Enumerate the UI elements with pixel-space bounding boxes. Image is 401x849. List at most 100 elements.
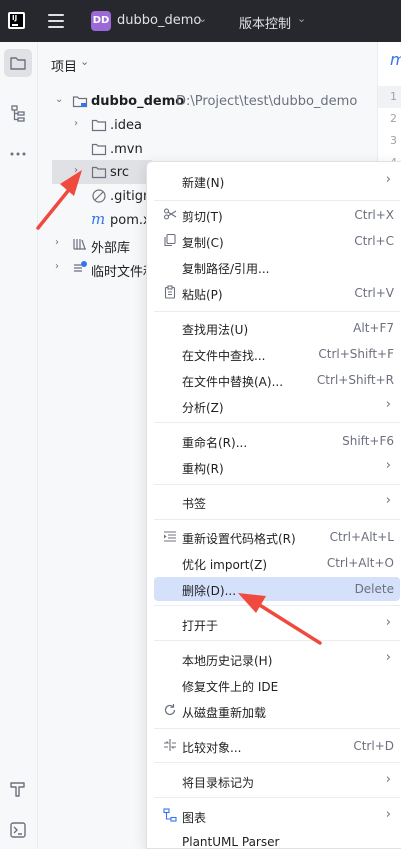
- main-menu-icon[interactable]: [48, 14, 64, 28]
- menu-item-plantuml-parser[interactable]: PlantUML Parser: [154, 830, 400, 849]
- tree-label: pom.x: [110, 213, 151, 228]
- menu-item-open-in[interactable]: 打开于 ›: [154, 612, 400, 636]
- folder-icon: [91, 119, 107, 132]
- paste-icon: [164, 285, 176, 299]
- menu-item-rename[interactable]: 重命名(R)... Shift+F6: [154, 429, 400, 453]
- menu-item-label: 图表: [182, 811, 207, 825]
- chevron-right-icon[interactable]: ›: [74, 118, 78, 129]
- menu-item-cut[interactable]: 剪切(T) Ctrl+X: [154, 203, 400, 227]
- chevron-right-icon[interactable]: ›: [55, 261, 59, 272]
- vcs-widget[interactable]: 版本控制: [239, 13, 291, 32]
- tree-label: 外部库: [91, 241, 131, 256]
- chevron-right-icon[interactable]: ›: [55, 237, 59, 248]
- menu-shortcut: Ctrl+X: [354, 208, 394, 222]
- build-tool-button[interactable]: [4, 775, 32, 803]
- tree-label: src: [110, 165, 129, 180]
- tree-root-path: D:\Project\test\dubbo_demo: [176, 94, 358, 109]
- menu-separator: [154, 422, 400, 423]
- menu-separator: [154, 200, 400, 201]
- menu-item-label: 剪切(T): [182, 210, 223, 224]
- chevron-right-icon: ›: [385, 172, 391, 187]
- menu-item-reload-from-disk[interactable]: 从磁盘重新加载: [154, 699, 400, 723]
- menu-item-label: 复制(C): [182, 236, 224, 250]
- menu-shortcut: Alt+F7: [353, 321, 394, 335]
- menu-shortcut: Ctrl+Shift+F: [318, 347, 394, 361]
- project-name[interactable]: dubbo_demo: [117, 13, 201, 28]
- menu-item-label: 重新设置代码格式(R): [182, 532, 296, 546]
- menu-item-label: 书签: [182, 497, 207, 511]
- intellij-logo-icon[interactable]: IJ: [8, 12, 25, 29]
- copy-icon: [164, 233, 176, 247]
- menu-shortcut: Shift+F6: [342, 434, 394, 448]
- ignored-file-icon: [92, 189, 106, 203]
- menu-item-analyze[interactable]: 分析(Z) ›: [154, 394, 400, 418]
- more-tools-button[interactable]: [4, 140, 32, 168]
- menu-item-compare-with[interactable]: 比较对象... Ctrl+D: [154, 734, 400, 758]
- structure-icon: [11, 105, 25, 122]
- menu-item-label: 查找用法(U): [182, 323, 249, 337]
- maven-icon: m: [91, 210, 106, 228]
- hammer-icon: [10, 782, 25, 797]
- menu-item-diagrams[interactable]: 图表 ›: [154, 804, 400, 828]
- menu-shortcut: Ctrl+Shift+R: [316, 373, 394, 387]
- project-tool-button[interactable]: [4, 49, 32, 77]
- menu-item-new[interactable]: 新建(N) ›: [154, 169, 400, 193]
- menu-item-label: 将目录标记为: [182, 776, 255, 790]
- project-view-title[interactable]: 项目: [51, 56, 77, 75]
- menu-item-mark-directory[interactable]: 将目录标记为 ›: [154, 769, 400, 793]
- chevron-down-icon[interactable]: ⌄: [80, 55, 89, 68]
- reload-icon: [164, 704, 176, 716]
- menu-shortcut: Delete: [354, 582, 394, 596]
- scratches-icon: [74, 261, 87, 272]
- folder-icon: [91, 166, 107, 179]
- menu-item-delete[interactable]: 删除(D)... Delete: [154, 577, 400, 601]
- scissors-icon: [163, 208, 177, 220]
- folder-icon: [10, 57, 26, 70]
- menu-item-label: 重构(R): [182, 462, 224, 476]
- menu-item-paste[interactable]: 粘贴(P) Ctrl+V: [154, 281, 400, 305]
- terminal-tool-button[interactable]: [4, 816, 32, 844]
- menu-separator: [154, 797, 400, 798]
- terminal-icon: [10, 822, 26, 838]
- menu-item-copy-path[interactable]: 复制路径/引用...: [154, 255, 400, 279]
- menu-item-repair-ide[interactable]: 修复文件上的 IDE: [154, 673, 400, 697]
- menu-item-find-in-files[interactable]: 在文件中查找... Ctrl+Shift+F: [154, 342, 400, 366]
- library-icon: [73, 239, 86, 250]
- maven-file-tab-icon[interactable]: m: [390, 50, 401, 69]
- menu-shortcut: Ctrl+C: [354, 234, 394, 248]
- menu-item-label: 本地历史记录(H): [182, 654, 273, 668]
- chevron-right-icon: ›: [385, 807, 391, 822]
- tree-label: .idea: [110, 118, 142, 133]
- chevron-right-icon: ›: [385, 493, 391, 508]
- compare-icon: [164, 739, 176, 751]
- menu-item-reformat-code[interactable]: 重新设置代码格式(R) Ctrl+Alt+L: [154, 525, 400, 549]
- menu-shortcut: Ctrl+D: [353, 739, 394, 753]
- structure-tool-button[interactable]: [4, 99, 32, 127]
- menu-item-find-usages[interactable]: 查找用法(U) Alt+F7: [154, 316, 400, 340]
- project-badge[interactable]: DD: [91, 11, 111, 31]
- tree-row-mvn[interactable]: .mvn: [38, 137, 378, 161]
- menu-item-optimize-imports[interactable]: 优化 import(Z) Ctrl+Alt+O: [154, 551, 400, 575]
- chevron-right-icon[interactable]: ›: [74, 165, 78, 176]
- menu-item-refactor[interactable]: 重构(R) ›: [154, 455, 400, 479]
- menu-item-local-history[interactable]: 本地历史记录(H) ›: [154, 647, 400, 671]
- tree-row-src[interactable]: › src: [52, 160, 152, 184]
- tree-row-root[interactable]: ⌄ dubbo_demo D:\Project\test\dubbo_demo: [38, 89, 378, 113]
- tree-row-idea[interactable]: › .idea: [38, 113, 378, 137]
- chevron-down-icon[interactable]: ⌄: [297, 12, 306, 25]
- menu-item-label: 在文件中替换(A)...: [182, 375, 284, 389]
- line-number: 2: [390, 112, 397, 125]
- menu-item-label: 重命名(R)...: [182, 436, 248, 450]
- title-bar: IJ DD dubbo_demo ⌄ 版本控制 ⌄: [0, 0, 401, 42]
- menu-item-label: 比较对象...: [182, 741, 242, 755]
- menu-shortcut: Ctrl+V: [354, 286, 394, 300]
- menu-shortcut: Ctrl+Alt+O: [326, 556, 394, 570]
- chevron-down-icon[interactable]: ⌄: [198, 12, 207, 25]
- menu-item-replace-in-files[interactable]: 在文件中替换(A)... Ctrl+Shift+R: [154, 368, 400, 392]
- menu-item-copy[interactable]: 复制(C) Ctrl+C: [154, 229, 400, 253]
- menu-item-bookmarks[interactable]: 书签 ›: [154, 490, 400, 514]
- chevron-down-icon[interactable]: ⌄: [55, 94, 63, 105]
- tree-label-root: dubbo_demo: [91, 94, 185, 109]
- reformat-icon: [164, 531, 176, 542]
- more-horizontal-icon: [10, 152, 26, 156]
